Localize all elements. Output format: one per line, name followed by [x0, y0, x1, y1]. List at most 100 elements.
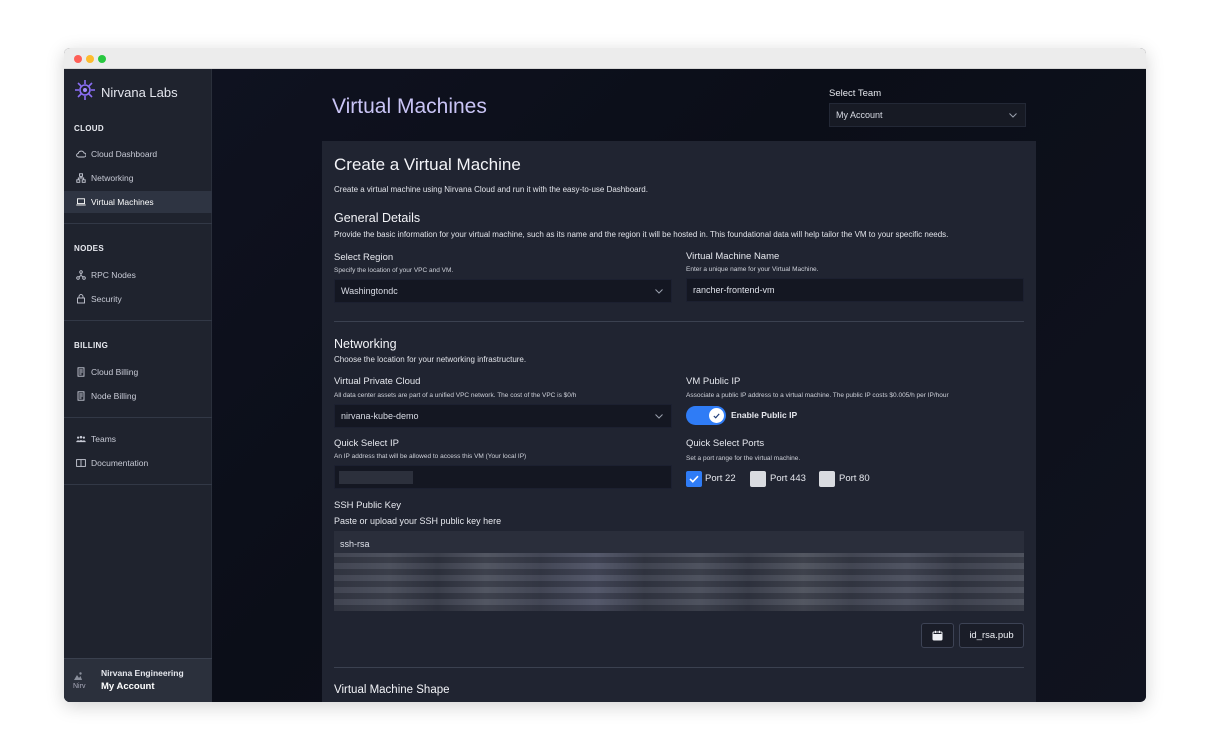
brand[interactable]: Nirvana Labs: [74, 79, 178, 106]
calendar-icon: [932, 630, 943, 641]
check-icon: [713, 412, 720, 419]
sidebar-item-security[interactable]: Security: [64, 288, 212, 310]
sidebar-item-label: Documentation: [91, 458, 149, 468]
general-details-description: Provide the basic information for your v…: [334, 230, 949, 239]
account-subtitle: My Account: [101, 681, 155, 692]
minimize-window-button[interactable]: [86, 55, 94, 63]
check-icon: [689, 475, 699, 483]
public-ip-label: VM Public IP: [686, 376, 741, 387]
receipt-icon: [76, 367, 86, 377]
general-details-title: General Details: [334, 211, 421, 225]
section-title-billing: BILLING: [74, 341, 109, 350]
sidebar-item-teams[interactable]: Teams: [64, 428, 212, 450]
nodes-icon: [76, 270, 86, 280]
sidebar-item-rpc-nodes[interactable]: RPC Nodes: [64, 264, 212, 286]
sidebar-divider: [64, 320, 212, 321]
team-select[interactable]: My Account: [829, 103, 1026, 127]
vm-name-hint: Enter a unique name for your Virtual Mac…: [686, 266, 819, 273]
networking-description: Choose the location for your networking …: [334, 355, 527, 364]
quick-ip-label: Quick Select IP: [334, 438, 399, 449]
port-80-checkbox[interactable]: [819, 471, 835, 487]
avatar: Nirv: [73, 671, 91, 691]
form-title: Create a Virtual Machine: [334, 155, 521, 174]
section-divider: [334, 321, 1024, 322]
book-icon: [76, 458, 86, 468]
region-hint: Specify the location of your VPC and VM.: [334, 267, 454, 274]
section-title-cloud: CLOUD: [74, 124, 104, 133]
redacted-ip: [339, 471, 413, 484]
sidebar-item-virtual-machines[interactable]: Virtual Machines: [64, 191, 212, 213]
account-name: Nirvana Engineering: [101, 668, 184, 678]
sidebar-item-cloud-billing[interactable]: Cloud Billing: [64, 361, 212, 383]
sidebar-item-label: RPC Nodes: [91, 270, 136, 280]
vm-name-value: rancher-frontend-vm: [693, 285, 775, 295]
port-443-label: Port 443: [770, 473, 806, 484]
vpc-select[interactable]: nirvana-kube-demo: [334, 404, 672, 428]
app-window: Nirvana Labs CLOUD Cloud Dashboard Netwo…: [64, 48, 1146, 702]
sidebar-item-label: Teams: [91, 434, 117, 444]
sidebar-item-cloud-dashboard[interactable]: Cloud Dashboard: [64, 143, 212, 165]
sidebar-item-networking[interactable]: Networking: [64, 167, 212, 189]
ssh-key-hint: Paste or upload your SSH public key here: [334, 516, 502, 526]
ssh-file-button[interactable]: id_rsa.pub: [959, 623, 1024, 648]
public-ip-toggle[interactable]: [686, 406, 726, 425]
team-select-label: Select Team: [829, 88, 882, 99]
port-22-label: Port 22: [705, 473, 736, 484]
vpc-label: Virtual Private Cloud: [334, 376, 421, 387]
nirvana-logo-icon: [74, 79, 96, 106]
vpc-select-value: nirvana-kube-demo: [341, 411, 419, 421]
port-22-checkbox[interactable]: [686, 471, 702, 487]
section-title-nodes: NODES: [74, 244, 104, 253]
account-switcher[interactable]: Nirv Nirvana Engineering My Account: [64, 658, 212, 702]
toggle-knob: [709, 408, 724, 423]
maximize-window-button[interactable]: [98, 55, 106, 63]
sidebar-divider: [64, 223, 212, 224]
brand-name: Nirvana Labs: [101, 84, 178, 100]
avatar-alt-text: Nirv: [73, 683, 86, 690]
create-vm-card: Create a Virtual Machine Create a virtua…: [322, 141, 1036, 702]
redacted-ssh-key-texture: [334, 553, 1024, 611]
public-ip-toggle-label: Enable Public IP: [731, 410, 798, 420]
ssh-key-textarea[interactable]: ssh-rsa: [334, 531, 1024, 611]
ssh-key-label: SSH Public Key: [334, 500, 402, 511]
ssh-key-prefix: ssh-rsa: [340, 539, 370, 549]
ports-hint: Set a port range for the virtual machine…: [686, 455, 801, 462]
sidebar-item-label: Virtual Machines: [91, 197, 154, 207]
region-select[interactable]: Washingtondc: [334, 279, 672, 303]
sidebar: Nirvana Labs CLOUD Cloud Dashboard Netwo…: [64, 69, 212, 702]
port-80-label: Port 80: [839, 473, 870, 484]
receipt-icon: [76, 391, 86, 401]
sidebar-item-label: Node Billing: [91, 391, 137, 401]
page-title: Virtual Machines: [332, 95, 487, 118]
vpc-hint: All data center assets are part of a uni…: [334, 392, 577, 399]
chevron-down-icon: [1009, 110, 1017, 120]
networking-title: Networking: [334, 337, 397, 351]
public-ip-hint: Associate a public IP address to a virtu…: [686, 392, 949, 399]
quick-ip-input[interactable]: [334, 465, 672, 489]
sidebar-item-label: Networking: [91, 173, 134, 183]
team-select-value: My Account: [836, 110, 883, 120]
vm-name-label: Virtual Machine Name: [686, 251, 780, 262]
cloud-icon: [76, 149, 86, 159]
main-content: Virtual Machines Select Team My Account …: [212, 69, 1146, 702]
chevron-down-icon: [655, 286, 663, 296]
broken-image-icon: [74, 672, 82, 680]
sidebar-item-label: Security: [91, 294, 122, 304]
vm-shape-title: Virtual Machine Shape: [334, 684, 450, 696]
port-443-checkbox[interactable]: [750, 471, 766, 487]
region-label: Select Region: [334, 252, 394, 263]
sidebar-item-label: Cloud Dashboard: [91, 149, 158, 159]
quick-ip-hint: An IP address that will be allowed to ac…: [334, 453, 527, 460]
section-divider: [334, 667, 1024, 668]
sidebar-item-node-billing[interactable]: Node Billing: [64, 385, 212, 407]
lock-icon: [76, 294, 86, 304]
users-icon: [76, 434, 86, 444]
sidebar-item-documentation[interactable]: Documentation: [64, 452, 212, 474]
sidebar-divider: [64, 417, 212, 418]
laptop-icon: [76, 197, 86, 207]
chevron-down-icon: [655, 411, 663, 421]
upload-key-button[interactable]: [921, 623, 954, 648]
sidebar-item-label: Cloud Billing: [91, 367, 139, 377]
vm-name-input[interactable]: rancher-frontend-vm: [686, 278, 1024, 302]
close-window-button[interactable]: [74, 55, 82, 63]
